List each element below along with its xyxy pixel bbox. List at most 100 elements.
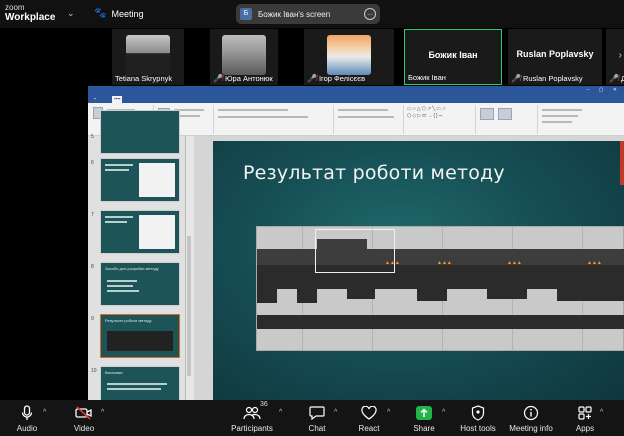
participant-tile[interactable]: Tetiana Skrypnyk	[112, 29, 184, 85]
chevron-down-icon[interactable]: ⌄	[67, 8, 75, 19]
ribbon-line	[218, 116, 308, 118]
share-icon-wrap	[410, 404, 438, 422]
audio-button[interactable]: Audio	[12, 404, 42, 433]
current-slide[interactable]: Результат роботи методу ▲▲▲ ▲▲▲ ▲▲▲ ▲▲▲	[213, 141, 624, 400]
ribbon-group	[214, 105, 334, 134]
apps-options-caret[interactable]: ^	[600, 409, 603, 416]
arrange-icon	[480, 108, 494, 120]
ribbon-group: ▭○△⬠↗╲▭☆ ⬡◇▷⬭→{}⌒	[404, 105, 476, 134]
ppt-ribbon-tabs: ▪ ▪▪▪▪	[88, 95, 624, 103]
logo-bottom: Workplace	[5, 12, 56, 23]
ribbon-line	[542, 115, 578, 117]
styles-icon	[498, 108, 512, 120]
top-bar: zoom Workplace ⌄ 🐾 Meeting Б Божик Іван'…	[0, 0, 624, 28]
share-button[interactable]: Share	[410, 404, 438, 433]
slide-thumbnail-selected[interactable]: Результат роботи методу	[100, 314, 180, 358]
mic-muted-icon: 🎤̸	[213, 74, 223, 83]
mic-muted-icon: 🎤̸	[511, 74, 521, 83]
game-block	[257, 249, 317, 265]
game-floor	[257, 315, 624, 329]
chat-icon	[304, 404, 330, 422]
thumb-line	[105, 164, 133, 166]
thumb-number: 7	[91, 212, 94, 218]
game-block	[367, 249, 624, 265]
mic-muted-icon: 🎤̸	[609, 74, 619, 83]
participants-options-caret[interactable]: ^	[279, 409, 282, 416]
thumb-number: 9	[91, 316, 94, 322]
slide-thumbnail[interactable]	[100, 158, 180, 202]
apps-label: Apps	[575, 424, 595, 433]
more-options-icon[interactable]: ...	[364, 8, 376, 20]
video-button[interactable]: Video	[70, 404, 98, 433]
window-controls: – ▢ ✕	[586, 87, 621, 93]
participant-tile[interactable]: 🎤̸ Юра Антонюк	[210, 29, 278, 85]
thumbnail-scrollbar[interactable]	[187, 236, 191, 376]
thumb-line	[107, 290, 139, 292]
game-block	[297, 289, 317, 303]
audio-options-caret[interactable]: ^	[43, 409, 46, 416]
shared-screen[interactable]: – ▢ ✕ ▪ ▪▪▪▪ ▭○△⬠↗╲▭☆ ⬡◇▷⬭→{}⌒ 5 6 7 8 З…	[88, 86, 624, 400]
thumb-line	[107, 285, 133, 287]
ribbon-group	[334, 105, 404, 134]
thumb-doc	[139, 215, 175, 249]
slide-editor[interactable]: Результат роботи методу ▲▲▲ ▲▲▲ ▲▲▲ ▲▲▲	[194, 136, 624, 400]
thumb-doc	[139, 163, 175, 197]
slide-thumbnail[interactable]: Висновки	[100, 366, 180, 400]
slide-thumbnail[interactable]	[100, 110, 180, 154]
participant-name: 🎤̸ Ігор Фелісєєв	[307, 74, 366, 83]
host-tools-button[interactable]: Host tools	[460, 404, 496, 433]
thumb-title: Засоби для розробки методу	[105, 266, 159, 271]
chat-button[interactable]: Chat	[304, 404, 330, 433]
apps-button[interactable]: Apps	[572, 404, 598, 433]
video-options-caret[interactable]: ^	[101, 409, 104, 416]
react-button[interactable]: React	[356, 404, 382, 433]
chevron-right-icon[interactable]: ›	[619, 50, 622, 61]
selection-box[interactable]	[315, 229, 395, 273]
thumb-title: Висновки	[105, 370, 123, 375]
participant-video	[222, 35, 266, 75]
participants-label: Participants	[231, 424, 273, 433]
chat-label: Chat	[308, 424, 326, 433]
thumb-number: 8	[91, 264, 94, 270]
fire-icon: ▲▲▲	[437, 260, 452, 266]
game-screenshot[interactable]: ▲▲▲ ▲▲▲ ▲▲▲ ▲▲▲	[256, 226, 624, 351]
meeting-label: Meeting	[111, 8, 144, 19]
chat-options-caret[interactable]: ^	[334, 409, 337, 416]
participant-display-name: Ruslan Poplavsky	[516, 49, 594, 59]
slide-thumbnail[interactable]: Засоби для розробки методу	[100, 262, 180, 306]
thumb-number: 5	[91, 134, 94, 140]
participant-video	[126, 35, 170, 75]
meeting-info-label: Meeting info	[509, 424, 553, 433]
participant-name: 🎤̸ Юра Антонюк	[213, 74, 273, 83]
shapes-gallery-icon: ⬡◇▷⬭→{}⌒	[407, 113, 444, 119]
info-icon	[509, 404, 553, 422]
participants-count: 36	[260, 401, 268, 408]
slide-thumbnail-pane: 5 6 7 8 Засоби для розробки методу 9 Рез…	[88, 110, 186, 400]
thumb-number: 10	[91, 368, 97, 374]
paw-icon: 🐾	[94, 8, 107, 19]
meeting-menu[interactable]: 🐾 Meeting	[94, 8, 143, 19]
participant-tile[interactable]: 🎤̸ Ігор Фелісєєв	[304, 29, 394, 85]
slide-title[interactable]: Результат роботи методу	[243, 162, 505, 184]
ppt-tab: ▪	[94, 96, 96, 101]
react-options-caret[interactable]: ^	[387, 409, 390, 416]
screen-share-pill[interactable]: Б Божик Іван's screen ...	[236, 4, 380, 24]
heart-icon	[356, 404, 382, 422]
ribbon-line	[218, 109, 288, 111]
meeting-info-button[interactable]: Meeting info	[509, 404, 553, 433]
participant-tile[interactable]: Ruslan Poplavsky 🎤̸ Ruslan Poplavsky	[508, 29, 602, 85]
apps-icon	[572, 404, 598, 422]
thumb-line	[107, 388, 161, 390]
participant-tile-active[interactable]: Божик Іван Божик Іван	[404, 29, 502, 85]
share-screen-icon	[416, 406, 432, 420]
participant-name: Божик Іван	[408, 73, 446, 82]
fire-icon: ▲▲▲	[507, 260, 522, 266]
share-options-caret[interactable]: ^	[442, 409, 445, 416]
ribbon-line	[338, 109, 388, 111]
slide-thumbnail[interactable]	[100, 210, 180, 254]
thumb-number: 6	[91, 160, 94, 166]
thumb-game	[107, 331, 173, 351]
participants-button[interactable]: Participants	[230, 404, 274, 433]
mic-muted-icon: 🎤̸	[307, 74, 317, 83]
shapes-gallery-icon: ▭○△⬠↗╲▭☆	[407, 106, 448, 112]
